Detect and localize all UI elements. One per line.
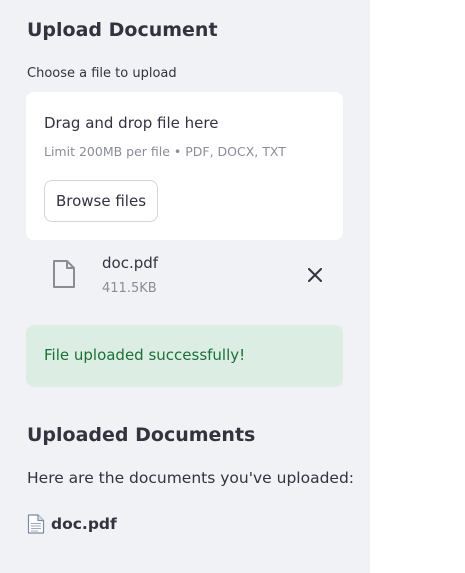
success-message: File uploaded successfully!: [44, 346, 246, 364]
uploader-label: Choose a file to upload: [27, 66, 177, 81]
uploaded-documents-heading: Uploaded Documents: [27, 424, 256, 446]
main-area: [370, 0, 465, 573]
file-name: doc.pdf: [102, 254, 159, 272]
uploaded-documents-intro: Here are the documents you've uploaded:: [27, 469, 355, 487]
dropzone-title: Drag and drop file here: [44, 114, 219, 132]
uploaded-file-row: doc.pdf 411.5KB: [26, 248, 343, 304]
file-size: 411.5KB: [102, 281, 157, 296]
remove-file-button[interactable]: [302, 262, 328, 288]
success-alert: File uploaded successfully!: [26, 325, 343, 387]
dropzone-limit: Limit 200MB per file • PDF, DOCX, TXT: [44, 144, 286, 159]
document-list-item: doc.pdf: [27, 514, 117, 534]
page-icon: [27, 514, 45, 534]
browse-files-button[interactable]: Browse files: [44, 180, 158, 222]
document-name: doc.pdf: [51, 515, 117, 533]
file-dropzone[interactable]: Drag and drop file here Limit 200MB per …: [26, 92, 343, 240]
file-icon: [52, 260, 76, 288]
close-icon: [308, 268, 322, 282]
upload-heading: Upload Document: [27, 19, 218, 41]
sidebar: Upload Document Choose a file to upload …: [0, 0, 370, 573]
